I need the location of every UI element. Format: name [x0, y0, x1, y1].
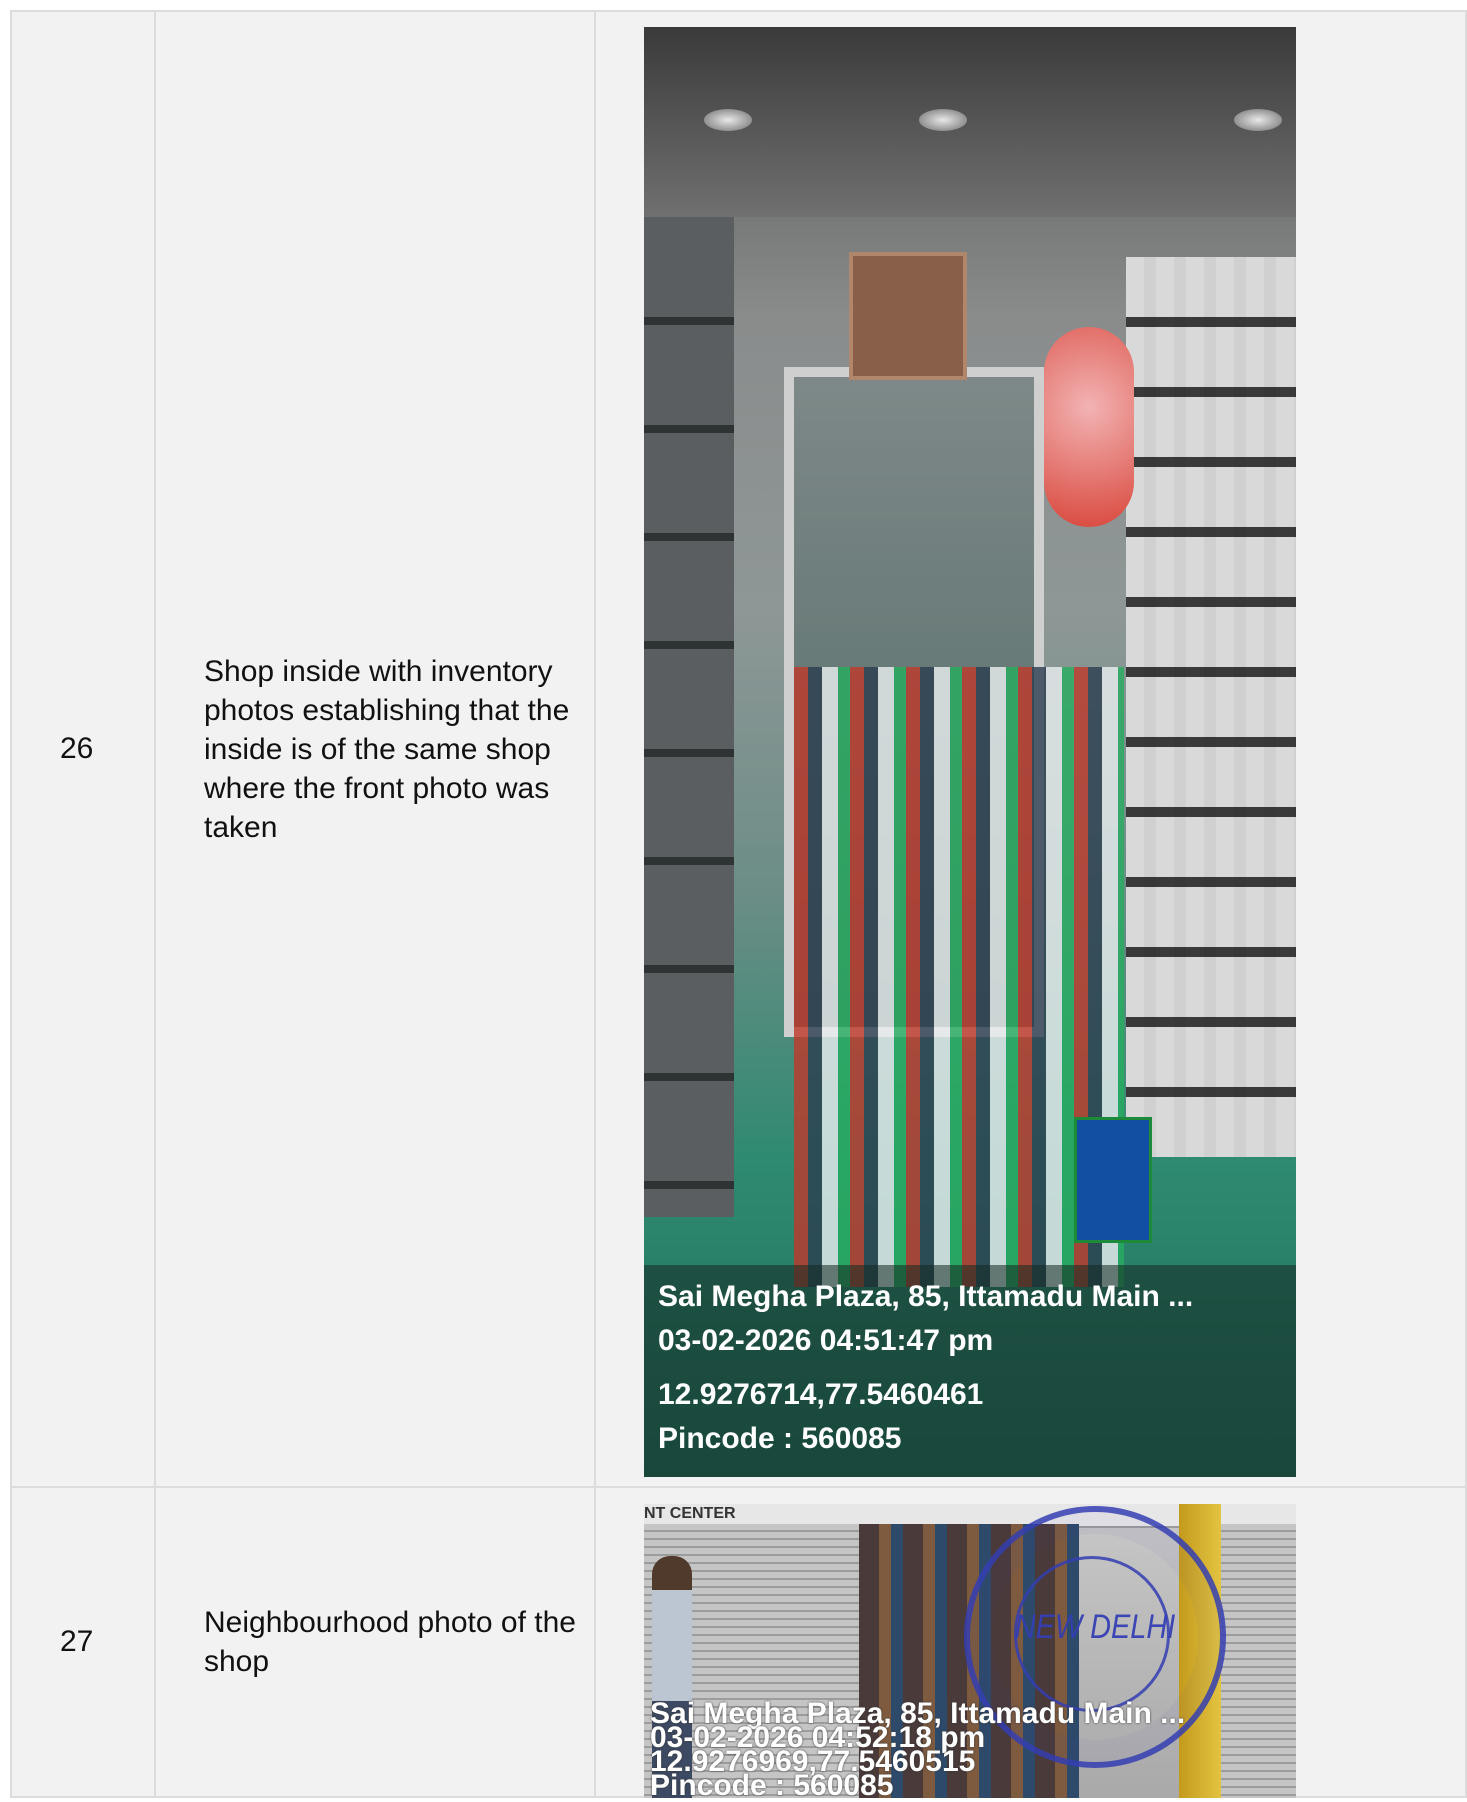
row-description: Shop inside with inventory photos establ…: [154, 10, 596, 1488]
ceiling-light: [919, 109, 967, 131]
overlay-address: Sai Megha Plaza, 85, Ittamadu Main ...: [658, 1280, 1194, 1313]
polo-box: [1074, 1117, 1152, 1243]
row-number: 27: [10, 1486, 156, 1798]
row-number: 26: [10, 10, 156, 1488]
table-row: 26 Shop inside with inventory photos est…: [10, 10, 1467, 1488]
document-table: 26 Shop inside with inventory photos est…: [10, 10, 1467, 1798]
ceiling-light: [1234, 109, 1282, 131]
photo-overlay: Sai Megha Plaza, 85, Ittamadu Main ... 0…: [650, 1699, 1296, 1799]
row-description: Neighbourhood photo of the shop: [154, 1486, 596, 1798]
row-photo-cell: NT CENTER NEW DELHI Sai Megha Plaza, 85,…: [594, 1486, 1467, 1798]
right-shelf: [1126, 257, 1296, 1157]
neighbourhood-photo: NT CENTER NEW DELHI Sai Megha Plaza, 85,…: [644, 1504, 1296, 1798]
table-row: 27 Neighbourhood photo of the shop NT CE…: [10, 1486, 1467, 1798]
overlay-coordinates: 12.9276714,77.5460461: [658, 1378, 984, 1411]
ceiling-light: [704, 109, 752, 131]
stamp-text: NEW DELHI: [1014, 1608, 1176, 1646]
wall-frame: [849, 252, 967, 380]
overlay-pincode: Pincode : 560085: [658, 1422, 902, 1455]
shop-interior-photo: Sai Megha Plaza, 85, Ittamadu Main ... 0…: [644, 27, 1296, 1477]
row-photo-cell: Sai Megha Plaza, 85, Ittamadu Main ... 0…: [594, 10, 1467, 1488]
awning-text: NT CENTER: [644, 1505, 736, 1522]
photo-overlay: Sai Megha Plaza, 85, Ittamadu Main ... 0…: [644, 1265, 1296, 1477]
egg-display: [1044, 327, 1134, 527]
overlay-datetime: 03-02-2026 04:51:47 pm: [658, 1324, 994, 1357]
left-shelf: [644, 217, 734, 1217]
